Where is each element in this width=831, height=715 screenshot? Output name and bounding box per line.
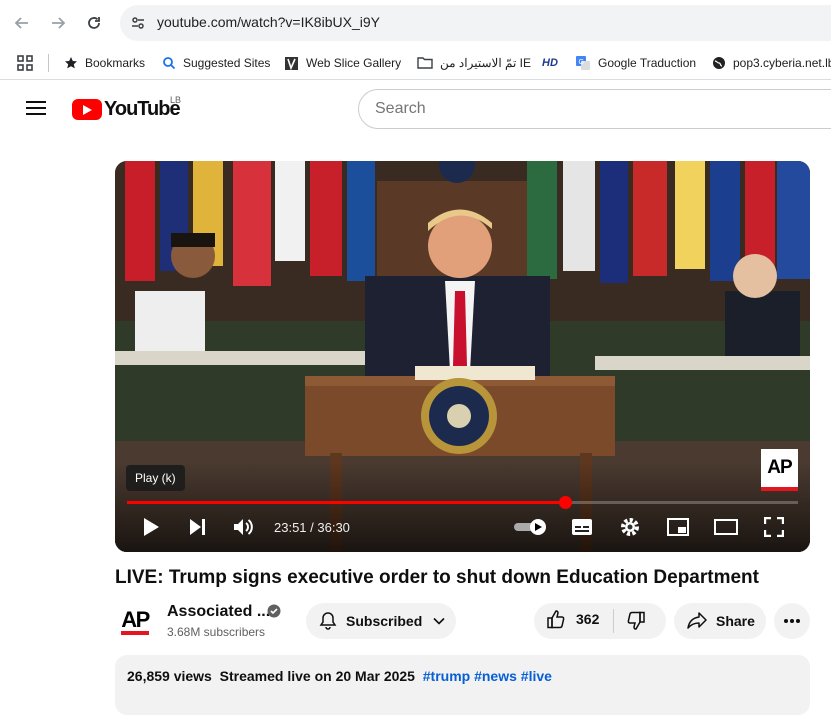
channel-name[interactable]: Associated ... xyxy=(167,603,270,621)
more-actions-button[interactable] xyxy=(774,603,810,639)
description-meta: 26,859 views Streamed live on 20 Mar 202… xyxy=(127,668,552,684)
bookmark-imported-from-ie[interactable]: تمّ الاستيراد من IE xyxy=(417,51,531,75)
autoplay-toggle-icon xyxy=(514,519,546,535)
like-button[interactable]: 362 xyxy=(546,609,599,629)
forward-button[interactable] xyxy=(44,9,72,37)
next-icon xyxy=(190,519,205,535)
bookmark-web-slice-gallery[interactable]: Web Slice Gallery xyxy=(284,51,401,75)
country-code: LB xyxy=(170,95,182,105)
reload-button[interactable] xyxy=(80,9,108,37)
bookmark-label: pop3.cyberia.net.lb xyxy=(733,56,831,70)
miniplayer-button[interactable] xyxy=(664,513,692,541)
search-box[interactable] xyxy=(358,89,831,129)
forward-arrow-icon xyxy=(52,17,66,29)
hd-icon: HD xyxy=(542,57,558,69)
next-button[interactable] xyxy=(183,513,211,541)
fullscreen-icon xyxy=(764,517,784,537)
url-text[interactable]: youtube.com/watch?v=IK8ibUX_i9Y xyxy=(157,14,380,30)
web-slice-icon xyxy=(284,56,299,71)
like-dislike-group: 362 xyxy=(534,603,666,639)
share-label: Share xyxy=(716,613,755,629)
chevron-down-icon xyxy=(433,617,445,625)
bookmarks-bar: Bookmarks Suggested Sites Web Slice Gall… xyxy=(0,46,831,80)
search-icon xyxy=(162,56,176,70)
logo-text: YouTube xyxy=(104,98,181,120)
progress-bar[interactable] xyxy=(127,496,798,509)
thumbs-down-icon xyxy=(627,611,645,630)
youtube-play-logo-icon xyxy=(72,99,102,120)
back-button[interactable] xyxy=(8,9,36,37)
volume-button[interactable] xyxy=(229,513,257,541)
dislike-button[interactable] xyxy=(626,611,646,634)
site-info-icon[interactable] xyxy=(126,11,150,35)
theater-mode-icon xyxy=(714,519,738,535)
google-translate-icon: G xyxy=(575,55,591,71)
controls-gradient xyxy=(115,462,810,552)
channel-avatar-text: AP xyxy=(121,609,150,635)
autoplay-toggle[interactable] xyxy=(512,513,550,541)
hashtag-link[interactable]: #live xyxy=(521,668,552,684)
bookmark-pop3-cyberia[interactable]: pop3.cyberia.net.lb xyxy=(712,51,831,75)
apps-grid-icon xyxy=(17,55,33,71)
like-divider xyxy=(613,609,614,633)
bell-icon xyxy=(319,612,337,630)
subscribed-button[interactable]: Subscribed xyxy=(306,603,456,639)
bookmarks-separator xyxy=(48,54,49,72)
channel-avatar[interactable]: AP xyxy=(115,602,155,642)
folder-icon xyxy=(417,56,433,70)
bookmark-google-traduction[interactable]: G Google Traduction xyxy=(575,51,696,75)
bookmark-label: Web Slice Gallery xyxy=(306,56,402,70)
svg-text:G: G xyxy=(579,59,584,66)
reload-icon xyxy=(88,17,100,29)
youtube-header: YouTube LB xyxy=(0,81,831,137)
subscriber-count: 3.68M subscribers xyxy=(167,625,266,639)
play-tooltip: Play (k) xyxy=(126,465,185,491)
settings-button[interactable] xyxy=(616,513,644,541)
thumbs-up-icon xyxy=(547,610,565,629)
apps-button[interactable] xyxy=(16,51,34,75)
play-icon xyxy=(144,518,159,536)
stream-date: Streamed live on 20 Mar 2025 xyxy=(219,668,415,684)
browser-toolbar: youtube.com/watch?v=IK8ibUX_i9Y xyxy=(0,0,831,46)
fullscreen-button[interactable] xyxy=(760,513,788,541)
menu-icon[interactable] xyxy=(24,98,48,120)
back-arrow-icon xyxy=(14,17,28,29)
search-input[interactable] xyxy=(375,90,815,128)
bookmark-label: Bookmarks xyxy=(85,56,146,70)
star-icon xyxy=(64,56,78,70)
share-icon xyxy=(687,612,707,629)
ap-watermark: AP xyxy=(761,449,798,491)
subscribed-label: Subscribed xyxy=(346,613,423,629)
time-display: 23:51 / 36:30 xyxy=(274,520,350,535)
address-bar[interactable]: youtube.com/watch?v=IK8ibUX_i9Y xyxy=(120,5,831,41)
verified-badge-icon xyxy=(267,604,281,618)
bookmark-label: Google Traduction xyxy=(598,56,697,70)
share-button[interactable]: Share xyxy=(674,603,766,639)
description-box[interactable]: 26,859 views Streamed live on 20 Mar 202… xyxy=(115,655,810,715)
miniplayer-icon xyxy=(667,518,689,536)
bookmark-bookmarks[interactable]: Bookmarks xyxy=(64,51,145,75)
video-title: LIVE: Trump signs executive order to shu… xyxy=(115,567,759,588)
like-count: 362 xyxy=(576,611,600,627)
bookmark-label: Suggested Sites xyxy=(183,56,271,70)
more-horizontal-icon xyxy=(784,619,800,623)
bookmark-hd[interactable]: HD xyxy=(542,51,565,75)
subtitles-button[interactable] xyxy=(568,513,596,541)
volume-icon xyxy=(234,519,253,535)
bookmark-label: تمّ الاستيراد من IE xyxy=(440,56,532,70)
subtitles-icon xyxy=(572,519,592,535)
play-button[interactable] xyxy=(137,513,165,541)
view-count: 26,859 views xyxy=(127,668,212,684)
hashtag-link[interactable]: #news xyxy=(474,668,517,684)
hashtag-link[interactable]: #trump xyxy=(423,668,470,684)
theater-mode-button[interactable] xyxy=(712,513,740,541)
globe-icon xyxy=(712,56,726,70)
gear-icon xyxy=(621,518,639,536)
video-player[interactable]: Play (k) AP 23:51 / 36:30 xyxy=(115,161,810,552)
progress-played xyxy=(127,501,566,504)
youtube-logo[interactable]: YouTube LB xyxy=(72,95,182,121)
bookmark-suggested-sites[interactable]: Suggested Sites xyxy=(162,51,270,75)
